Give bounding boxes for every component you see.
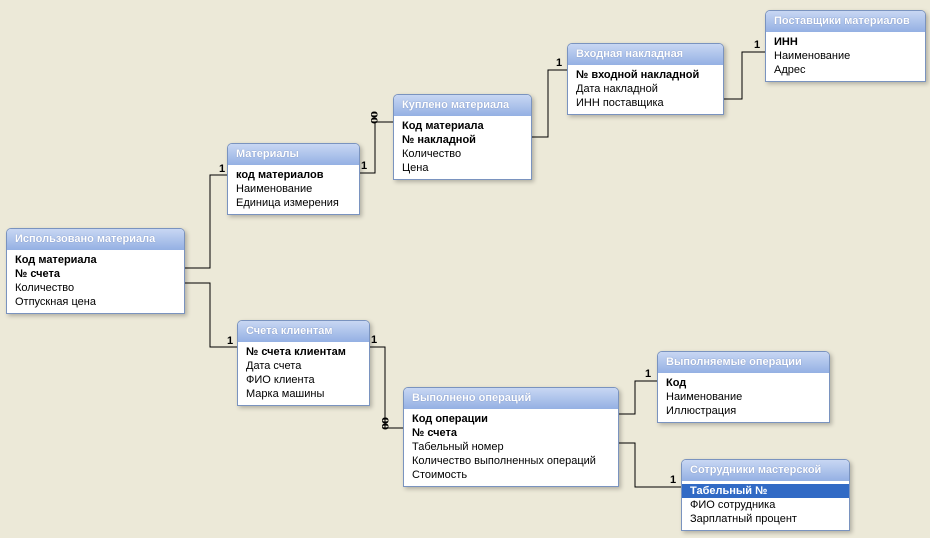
entity-field-list: код материаловНаименованиеЕдиница измере…: [228, 165, 359, 214]
entity-field[interactable]: Код материала: [394, 119, 531, 133]
entity-field[interactable]: № входной накладной: [568, 68, 723, 82]
entity-title[interactable]: Использовано материала: [7, 229, 184, 250]
entity-title[interactable]: Выполняемые операции: [658, 352, 829, 373]
card-many: oo: [377, 417, 393, 429]
entity-field[interactable]: ИНН: [766, 35, 925, 49]
entity-field-list: № счета клиентамДата счетаФИО клиентаМар…: [238, 342, 369, 405]
entity-title[interactable]: Входная накладная: [568, 44, 723, 65]
entity-field[interactable]: № накладной: [394, 133, 531, 147]
entity-staff[interactable]: Сотрудники мастерскойТабельный №ФИО сотр…: [681, 459, 850, 531]
entity-field[interactable]: Количество: [7, 281, 184, 295]
entity-materials[interactable]: Материалыкод материаловНаименованиеЕдини…: [227, 143, 360, 215]
entity-field[interactable]: Дата счета: [238, 359, 369, 373]
card-one: 1: [227, 335, 233, 347]
entity-title[interactable]: Сотрудники мастерской: [682, 460, 849, 481]
entity-title[interactable]: Материалы: [228, 144, 359, 165]
entity-field[interactable]: № счета: [7, 267, 184, 281]
entity-field-list: КодНаименованиеИллюстрация: [658, 373, 829, 422]
entity-field[interactable]: Зарплатный процент: [682, 512, 849, 526]
entity-title[interactable]: Куплено материала: [394, 95, 531, 116]
entity-suppliers[interactable]: Поставщики материаловИНННаименованиеАдре…: [765, 10, 926, 82]
entity-title[interactable]: Выполнено операций: [404, 388, 618, 409]
entity-field[interactable]: ФИО клиента: [238, 373, 369, 387]
entity-field[interactable]: Стоимость: [404, 468, 618, 482]
entity-title[interactable]: Поставщики материалов: [766, 11, 925, 32]
entity-field-list: № входной накладнойДата накладнойИНН пос…: [568, 65, 723, 114]
entity-field-list: Табельный №ФИО сотрудникаЗарплатный проц…: [682, 481, 849, 530]
card-many: oo: [366, 111, 382, 123]
entity-field[interactable]: Наименование: [658, 390, 829, 404]
entity-field[interactable]: № счета: [404, 426, 618, 440]
entity-used[interactable]: Использовано материалаКод материала№ сче…: [6, 228, 185, 314]
entity-field[interactable]: Наименование: [766, 49, 925, 63]
entity-field[interactable]: Количество выполненных операций: [404, 454, 618, 468]
entity-field[interactable]: Количество: [394, 147, 531, 161]
entity-field[interactable]: Код операции: [404, 412, 618, 426]
entity-ops-done[interactable]: Выполнено операцийКод операции№ счетаТаб…: [403, 387, 619, 487]
entity-field[interactable]: Дата накладной: [568, 82, 723, 96]
entity-field[interactable]: Цена: [394, 161, 531, 175]
card-one: 1: [556, 57, 562, 69]
entity-field[interactable]: ФИО сотрудника: [682, 498, 849, 512]
entity-field[interactable]: Иллюстрация: [658, 404, 829, 418]
entity-field[interactable]: Код: [658, 376, 829, 390]
entity-title[interactable]: Счета клиентам: [238, 321, 369, 342]
entity-field[interactable]: Марка машины: [238, 387, 369, 401]
entity-field[interactable]: Единица измерения: [228, 196, 359, 210]
entity-ops[interactable]: Выполняемые операцииКодНаименованиеИллюс…: [657, 351, 830, 423]
entity-field-list: ИНННаименованиеАдрес: [766, 32, 925, 81]
entity-field[interactable]: Табельный №: [682, 484, 849, 498]
entity-field[interactable]: ИНН поставщика: [568, 96, 723, 110]
entity-field-list: Код материала№ счетаКоличествоОтпускная …: [7, 250, 184, 313]
entity-field[interactable]: № счета клиентам: [238, 345, 369, 359]
entity-field[interactable]: Табельный номер: [404, 440, 618, 454]
entity-field[interactable]: Код материала: [7, 253, 184, 267]
card-one: 1: [219, 163, 225, 175]
card-one: 1: [645, 368, 651, 380]
entity-field-list: Код материала№ накладнойКоличествоЦена: [394, 116, 531, 179]
entity-bills[interactable]: Счета клиентам№ счета клиентамДата счета…: [237, 320, 370, 406]
entity-invoice-in[interactable]: Входная накладная№ входной накладнойДата…: [567, 43, 724, 115]
card-one: 1: [754, 39, 760, 51]
card-one: 1: [670, 474, 676, 486]
entity-field[interactable]: код материалов: [228, 168, 359, 182]
entity-field[interactable]: Отпускная цена: [7, 295, 184, 309]
entity-field[interactable]: Наименование: [228, 182, 359, 196]
entity-field-list: Код операции№ счетаТабельный номерКоличе…: [404, 409, 618, 486]
entity-field[interactable]: Адрес: [766, 63, 925, 77]
card-one: 1: [361, 160, 367, 172]
card-one: 1: [371, 334, 377, 346]
entity-bought[interactable]: Куплено материалаКод материала№ накладно…: [393, 94, 532, 180]
